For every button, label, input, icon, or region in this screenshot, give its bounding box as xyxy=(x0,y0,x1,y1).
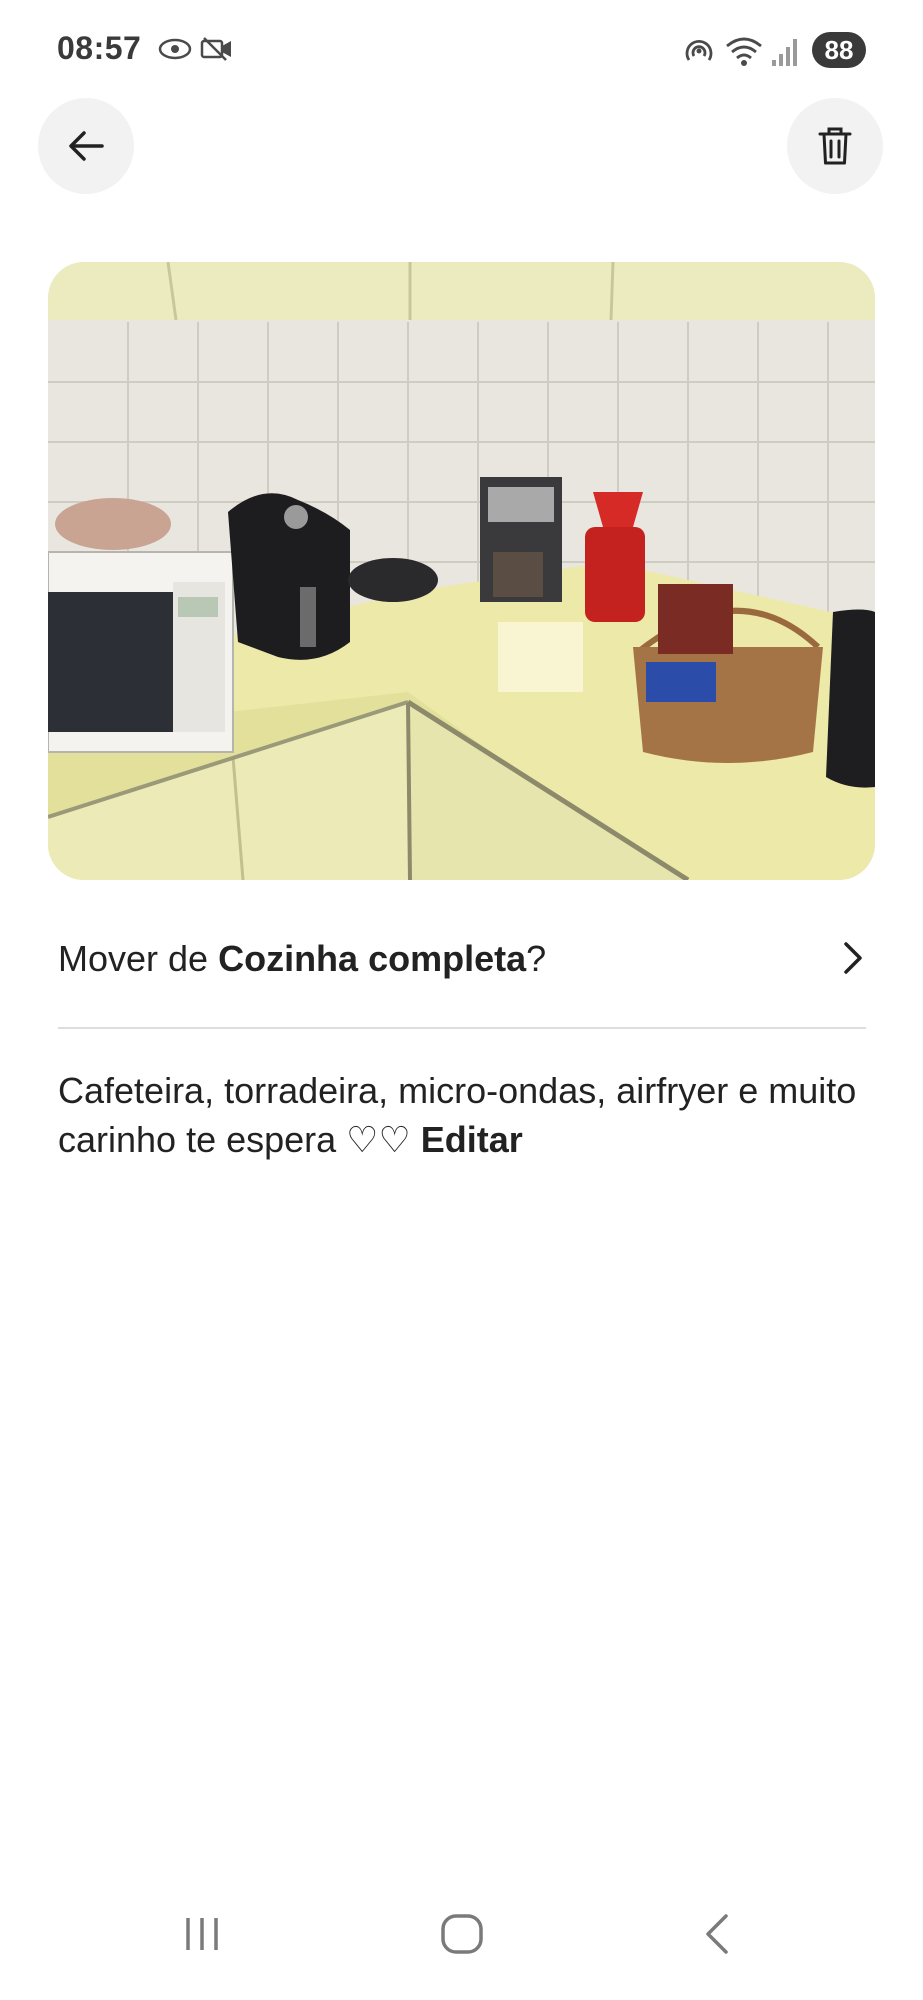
home-icon[interactable] xyxy=(438,1912,486,1961)
arrow-left-icon xyxy=(69,131,104,161)
trash-icon xyxy=(818,127,852,165)
kitchen-counter-photo[interactable] xyxy=(48,262,875,880)
nfc-icon xyxy=(682,34,716,73)
move-prefix: Mover de xyxy=(58,938,219,979)
system-nav-bar xyxy=(0,1890,923,2000)
wifi-icon xyxy=(724,34,764,73)
recents-icon[interactable] xyxy=(180,1912,224,1961)
back-button[interactable] xyxy=(38,98,134,194)
video-off-icon xyxy=(200,34,234,69)
delete-button[interactable] xyxy=(787,98,883,194)
chevron-right-icon xyxy=(840,938,866,983)
move-room-row[interactable]: Mover de Cozinha completa? xyxy=(58,920,866,1010)
room-name: Cozinha completa xyxy=(218,938,527,979)
photo-caption: Cafeteira, torradeira, micro-ondas, airf… xyxy=(58,1066,878,1164)
signal-icon xyxy=(770,34,800,73)
eye-icon xyxy=(158,34,192,69)
battery-level: 88 xyxy=(812,32,866,68)
status-time: 08:57 xyxy=(57,30,142,66)
move-suffix: ? xyxy=(526,938,547,979)
edit-caption-link[interactable]: Editar xyxy=(421,1119,523,1160)
status-bar: 08:57 88 xyxy=(0,0,923,100)
back-icon[interactable] xyxy=(700,1912,736,1961)
move-room-text: Mover de Cozinha completa? xyxy=(58,938,546,980)
divider xyxy=(58,1027,866,1029)
